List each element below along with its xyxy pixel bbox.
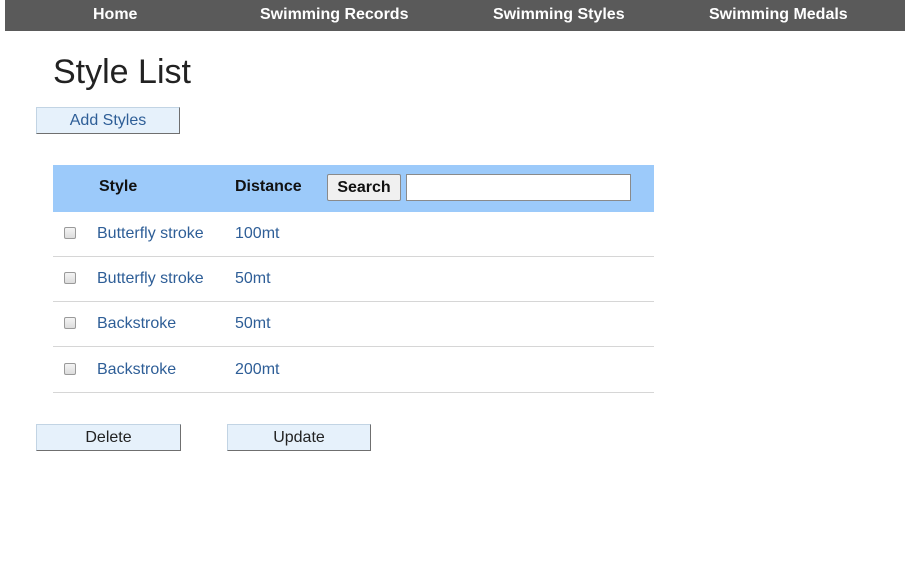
column-header-distance: Distance <box>235 178 302 195</box>
nav-swimming-medals[interactable]: Swimming Medals <box>709 0 848 31</box>
table-row: Backstroke 200mt <box>53 348 654 393</box>
add-styles-button[interactable]: Add Styles <box>36 107 180 134</box>
distance-link[interactable]: 200mt <box>235 348 279 392</box>
nav-home[interactable]: Home <box>93 0 137 31</box>
nav-swimming-records[interactable]: Swimming Records <box>260 0 408 31</box>
table-row: Butterfly stroke 100mt <box>53 212 654 257</box>
row-checkbox[interactable] <box>64 363 76 375</box>
update-button[interactable]: Update <box>227 424 371 451</box>
table-header: Style Distance Search <box>53 165 654 212</box>
search-button[interactable]: Search <box>327 174 401 201</box>
style-link[interactable]: Backstroke <box>97 348 176 392</box>
page: Home Swimming Records Swimming Styles Sw… <box>0 0 905 579</box>
style-link[interactable]: Backstroke <box>97 302 176 346</box>
column-header-style: Style <box>99 178 138 195</box>
top-navigation-bar: Home Swimming Records Swimming Styles Sw… <box>5 0 905 31</box>
delete-button[interactable]: Delete <box>36 424 181 451</box>
style-link[interactable]: Butterfly stroke <box>97 212 204 256</box>
nav-swimming-styles[interactable]: Swimming Styles <box>493 0 625 31</box>
search-input[interactable] <box>406 174 631 201</box>
distance-link[interactable]: 50mt <box>235 302 271 346</box>
row-checkbox[interactable] <box>64 317 76 329</box>
distance-link[interactable]: 100mt <box>235 212 279 256</box>
row-checkbox[interactable] <box>64 227 76 239</box>
row-checkbox[interactable] <box>64 272 76 284</box>
distance-link[interactable]: 50mt <box>235 257 271 301</box>
table-row: Backstroke 50mt <box>53 302 654 347</box>
table-row: Butterfly stroke 50mt <box>53 257 654 302</box>
style-link[interactable]: Butterfly stroke <box>97 257 204 301</box>
page-title: Style List <box>53 53 191 91</box>
